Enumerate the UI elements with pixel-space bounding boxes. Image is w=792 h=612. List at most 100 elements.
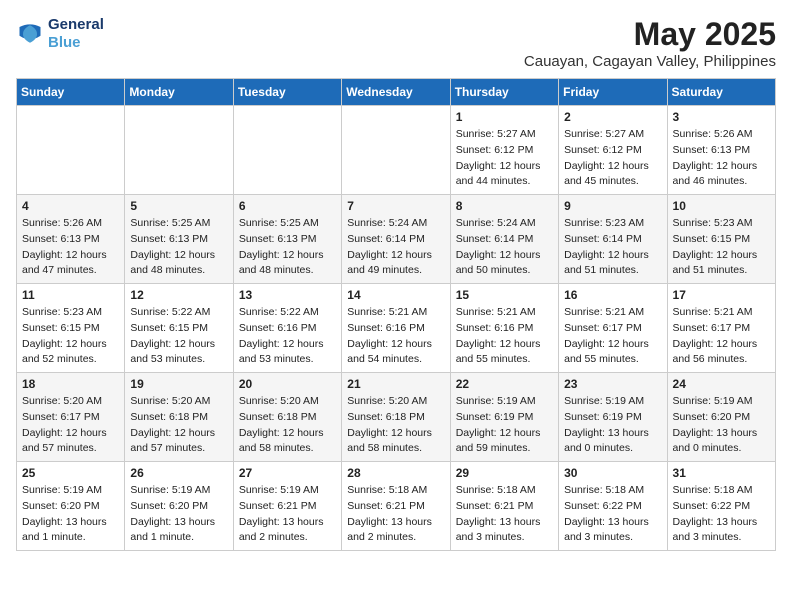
day-cell: 4 Sunrise: 5:26 AM Sunset: 6:13 PM Daylig… bbox=[17, 195, 125, 284]
week-row-3: 11 Sunrise: 5:23 AM Sunset: 6:15 PM Dayli… bbox=[17, 284, 776, 373]
day-cell bbox=[342, 106, 450, 195]
weekday-header-row: SundayMondayTuesdayWednesdayThursdayFrid… bbox=[17, 79, 776, 106]
day-info: Sunrise: 5:21 AM Sunset: 6:17 PM Dayligh… bbox=[564, 305, 661, 368]
weekday-header-saturday: Saturday bbox=[667, 79, 775, 106]
day-info: Sunrise: 5:20 AM Sunset: 6:18 PM Dayligh… bbox=[130, 394, 227, 457]
weekday-header-tuesday: Tuesday bbox=[233, 79, 341, 106]
day-info: Sunrise: 5:19 AM Sunset: 6:20 PM Dayligh… bbox=[673, 394, 770, 457]
day-cell: 14Sunrise: 5:21 AM Sunset: 6:16 PM Dayli… bbox=[342, 284, 450, 373]
week-row-2: 4 Sunrise: 5:26 AM Sunset: 6:13 PM Daylig… bbox=[17, 195, 776, 284]
day-cell: 24 Sunrise: 5:19 AM Sunset: 6:20 PM Dayli… bbox=[667, 373, 775, 462]
day-number: 19 bbox=[130, 377, 227, 391]
day-number: 25 bbox=[22, 466, 119, 480]
day-number: 24 bbox=[673, 377, 770, 391]
day-number: 4 bbox=[22, 199, 119, 213]
day-cell: 3 Sunrise: 5:26 AM Sunset: 6:13 PM Daylig… bbox=[667, 106, 775, 195]
day-info: Sunrise: 5:19 AM Sunset: 6:19 PM Dayligh… bbox=[456, 394, 553, 457]
day-cell: 30Sunrise: 5:18 AM Sunset: 6:22 PM Dayli… bbox=[559, 462, 667, 551]
day-number: 22 bbox=[456, 377, 553, 391]
day-number: 6 bbox=[239, 199, 336, 213]
day-number: 26 bbox=[130, 466, 227, 480]
day-cell: 23Sunrise: 5:19 AM Sunset: 6:19 PM Dayli… bbox=[559, 373, 667, 462]
day-info: Sunrise: 5:22 AM Sunset: 6:16 PM Dayligh… bbox=[239, 305, 336, 368]
day-info: Sunrise: 5:19 AM Sunset: 6:19 PM Dayligh… bbox=[564, 394, 661, 457]
day-cell: 26 Sunrise: 5:19 AM Sunset: 6:20 PM Dayli… bbox=[125, 462, 233, 551]
day-info: Sunrise: 5:26 AM Sunset: 6:13 PM Dayligh… bbox=[673, 127, 770, 190]
day-number: 3 bbox=[673, 110, 770, 124]
day-cell: 15Sunrise: 5:21 AM Sunset: 6:16 PM Dayli… bbox=[450, 284, 558, 373]
day-cell: 1Sunrise: 5:27 AM Sunset: 6:12 PM Daylig… bbox=[450, 106, 558, 195]
day-cell: 2Sunrise: 5:27 AM Sunset: 6:12 PM Daylig… bbox=[559, 106, 667, 195]
main-title: May 2025 bbox=[524, 16, 776, 53]
day-info: Sunrise: 5:21 AM Sunset: 6:17 PM Dayligh… bbox=[673, 305, 770, 368]
day-info: Sunrise: 5:19 AM Sunset: 6:21 PM Dayligh… bbox=[239, 483, 336, 546]
day-cell: 31 Sunrise: 5:18 AM Sunset: 6:22 PM Dayli… bbox=[667, 462, 775, 551]
header: General Blue May 2025 Cauayan, Cagayan V… bbox=[16, 16, 776, 70]
day-number: 28 bbox=[347, 466, 444, 480]
day-number: 29 bbox=[456, 466, 553, 480]
day-cell: 21 Sunrise: 5:20 AM Sunset: 6:18 PM Dayli… bbox=[342, 373, 450, 462]
day-number: 9 bbox=[564, 199, 661, 213]
day-number: 13 bbox=[239, 288, 336, 302]
day-info: Sunrise: 5:23 AM Sunset: 6:14 PM Dayligh… bbox=[564, 216, 661, 279]
day-cell: 19 Sunrise: 5:20 AM Sunset: 6:18 PM Dayli… bbox=[125, 373, 233, 462]
day-cell: 22 Sunrise: 5:19 AM Sunset: 6:19 PM Dayli… bbox=[450, 373, 558, 462]
day-info: Sunrise: 5:18 AM Sunset: 6:21 PM Dayligh… bbox=[347, 483, 444, 546]
day-cell: 10 Sunrise: 5:23 AM Sunset: 6:15 PM Dayli… bbox=[667, 195, 775, 284]
weekday-header-sunday: Sunday bbox=[17, 79, 125, 106]
day-cell: 9 Sunrise: 5:23 AM Sunset: 6:14 PM Daylig… bbox=[559, 195, 667, 284]
day-info: Sunrise: 5:27 AM Sunset: 6:12 PM Dayligh… bbox=[564, 127, 661, 190]
week-row-1: 1Sunrise: 5:27 AM Sunset: 6:12 PM Daylig… bbox=[17, 106, 776, 195]
day-number: 5 bbox=[130, 199, 227, 213]
day-number: 20 bbox=[239, 377, 336, 391]
day-info: Sunrise: 5:26 AM Sunset: 6:13 PM Dayligh… bbox=[22, 216, 119, 279]
weekday-header-monday: Monday bbox=[125, 79, 233, 106]
day-number: 31 bbox=[673, 466, 770, 480]
day-info: Sunrise: 5:24 AM Sunset: 6:14 PM Dayligh… bbox=[456, 216, 553, 279]
day-info: Sunrise: 5:23 AM Sunset: 6:15 PM Dayligh… bbox=[22, 305, 119, 368]
day-number: 12 bbox=[130, 288, 227, 302]
day-cell bbox=[125, 106, 233, 195]
day-info: Sunrise: 5:21 AM Sunset: 6:16 PM Dayligh… bbox=[347, 305, 444, 368]
day-info: Sunrise: 5:20 AM Sunset: 6:18 PM Dayligh… bbox=[347, 394, 444, 457]
subtitle: Cauayan, Cagayan Valley, Philippines bbox=[524, 53, 776, 70]
day-number: 10 bbox=[673, 199, 770, 213]
day-cell: 11 Sunrise: 5:23 AM Sunset: 6:15 PM Dayli… bbox=[17, 284, 125, 373]
day-number: 27 bbox=[239, 466, 336, 480]
day-info: Sunrise: 5:22 AM Sunset: 6:15 PM Dayligh… bbox=[130, 305, 227, 368]
calendar-table: SundayMondayTuesdayWednesdayThursdayFrid… bbox=[16, 78, 776, 551]
day-number: 16 bbox=[564, 288, 661, 302]
weekday-header-wednesday: Wednesday bbox=[342, 79, 450, 106]
day-number: 7 bbox=[347, 199, 444, 213]
weekday-header-friday: Friday bbox=[559, 79, 667, 106]
title-area: May 2025 Cauayan, Cagayan Valley, Philip… bbox=[524, 16, 776, 70]
day-number: 11 bbox=[22, 288, 119, 302]
day-info: Sunrise: 5:18 AM Sunset: 6:22 PM Dayligh… bbox=[564, 483, 661, 546]
day-cell: 5 Sunrise: 5:25 AM Sunset: 6:13 PM Daylig… bbox=[125, 195, 233, 284]
day-number: 21 bbox=[347, 377, 444, 391]
day-info: Sunrise: 5:23 AM Sunset: 6:15 PM Dayligh… bbox=[673, 216, 770, 279]
day-number: 15 bbox=[456, 288, 553, 302]
day-cell: 18Sunrise: 5:20 AM Sunset: 6:17 PM Dayli… bbox=[17, 373, 125, 462]
day-cell: 6 Sunrise: 5:25 AM Sunset: 6:13 PM Daylig… bbox=[233, 195, 341, 284]
day-cell bbox=[17, 106, 125, 195]
day-info: Sunrise: 5:20 AM Sunset: 6:18 PM Dayligh… bbox=[239, 394, 336, 457]
day-cell: 17Sunrise: 5:21 AM Sunset: 6:17 PM Dayli… bbox=[667, 284, 775, 373]
day-cell: 12 Sunrise: 5:22 AM Sunset: 6:15 PM Dayli… bbox=[125, 284, 233, 373]
day-cell bbox=[233, 106, 341, 195]
day-info: Sunrise: 5:19 AM Sunset: 6:20 PM Dayligh… bbox=[130, 483, 227, 546]
day-cell: 29Sunrise: 5:18 AM Sunset: 6:21 PM Dayli… bbox=[450, 462, 558, 551]
logo-text: General Blue bbox=[48, 16, 104, 52]
logo: General Blue bbox=[16, 16, 104, 52]
day-info: Sunrise: 5:24 AM Sunset: 6:14 PM Dayligh… bbox=[347, 216, 444, 279]
day-info: Sunrise: 5:25 AM Sunset: 6:13 PM Dayligh… bbox=[130, 216, 227, 279]
week-row-5: 25 Sunrise: 5:19 AM Sunset: 6:20 PM Dayli… bbox=[17, 462, 776, 551]
day-info: Sunrise: 5:25 AM Sunset: 6:13 PM Dayligh… bbox=[239, 216, 336, 279]
day-info: Sunrise: 5:19 AM Sunset: 6:20 PM Dayligh… bbox=[22, 483, 119, 546]
day-number: 8 bbox=[456, 199, 553, 213]
day-number: 18 bbox=[22, 377, 119, 391]
day-cell: 20 Sunrise: 5:20 AM Sunset: 6:18 PM Dayli… bbox=[233, 373, 341, 462]
day-cell: 16 Sunrise: 5:21 AM Sunset: 6:17 PM Dayli… bbox=[559, 284, 667, 373]
day-info: Sunrise: 5:18 AM Sunset: 6:22 PM Dayligh… bbox=[673, 483, 770, 546]
day-cell: 8 Sunrise: 5:24 AM Sunset: 6:14 PM Daylig… bbox=[450, 195, 558, 284]
